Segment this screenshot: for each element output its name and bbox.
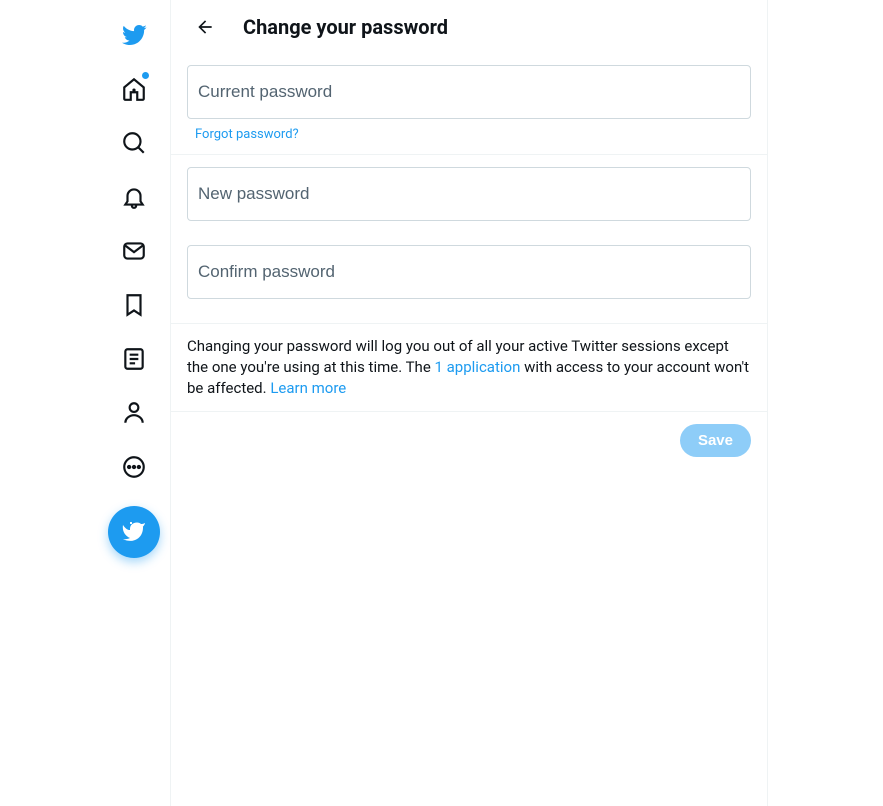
back-button[interactable] — [187, 9, 223, 45]
search-icon — [121, 130, 147, 156]
learn-more-link[interactable]: Learn more — [270, 379, 346, 397]
twitter-bird-icon — [121, 22, 147, 48]
sidebar-item-lists[interactable] — [109, 334, 159, 384]
sidebar-item-messages[interactable] — [109, 226, 159, 276]
info-message: Changing your password will log you out … — [171, 324, 767, 412]
main-content: Change your password Forgot password? Ch… — [170, 0, 768, 806]
applications-link[interactable]: 1 application — [435, 358, 521, 376]
confirm-password-field-wrapper — [187, 245, 751, 299]
compose-tweet-button[interactable] — [108, 506, 160, 558]
sidebar — [98, 0, 170, 806]
new-password-field-wrapper — [187, 167, 751, 221]
sidebar-item-explore[interactable] — [109, 118, 159, 168]
bell-icon — [121, 184, 147, 210]
confirm-password-input[interactable] — [198, 262, 740, 282]
compose-icon — [122, 520, 146, 544]
home-icon — [121, 76, 147, 102]
more-icon — [121, 454, 147, 480]
forgot-password-link[interactable]: Forgot password? — [187, 127, 299, 142]
arrow-left-icon — [195, 17, 215, 37]
sidebar-item-more[interactable] — [109, 442, 159, 492]
notification-dot — [142, 72, 149, 79]
new-password-section — [171, 155, 767, 324]
page-header: Change your password — [171, 0, 767, 53]
list-icon — [121, 346, 147, 372]
new-password-input[interactable] — [198, 184, 740, 204]
bookmark-icon — [121, 292, 147, 318]
logo-twitter[interactable] — [109, 10, 159, 60]
save-button[interactable]: Save — [680, 424, 751, 457]
person-icon — [121, 400, 147, 426]
mail-icon — [121, 238, 147, 264]
sidebar-item-notifications[interactable] — [109, 172, 159, 222]
sidebar-item-profile[interactable] — [109, 388, 159, 438]
save-row: Save — [171, 412, 767, 469]
current-password-field-wrapper — [187, 65, 751, 119]
sidebar-item-bookmarks[interactable] — [109, 280, 159, 330]
current-password-section: Forgot password? — [171, 53, 767, 155]
page-title: Change your password — [243, 15, 448, 39]
current-password-input[interactable] — [198, 82, 740, 102]
sidebar-item-home[interactable] — [109, 64, 159, 114]
